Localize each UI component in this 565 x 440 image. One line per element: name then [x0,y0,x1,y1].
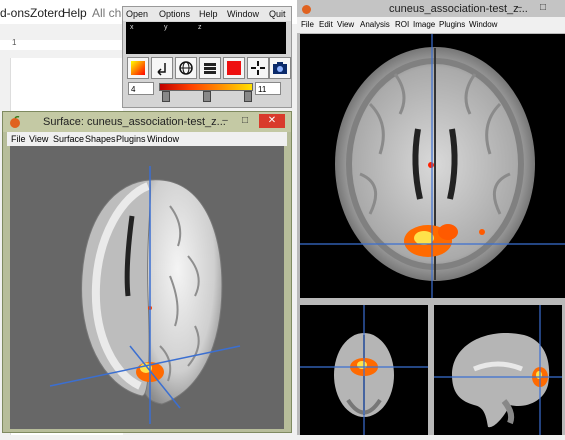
globe-icon [179,61,193,75]
maximize-button[interactable]: □ [237,114,253,128]
red-color-icon [227,61,241,75]
globe-button[interactable] [175,57,197,79]
mango-control-panel: Open Options Help Window Quit x y z 4 11 [122,6,292,108]
viewer-menubar: File Edit View Analysis ROI Image Plugin… [297,17,565,33]
coronal-brain-image [300,305,428,435]
camera-icon [273,62,287,74]
axial-slice-view[interactable] [300,34,565,298]
menu-options[interactable]: Options [159,9,190,19]
colormap-range-slider[interactable] [159,83,253,91]
menu-window[interactable]: Window [147,134,179,144]
menu-window[interactable]: Window [227,9,259,19]
color-scale-button[interactable] [127,57,149,79]
menu-open[interactable]: Open [126,9,148,19]
color-scale-icon [131,61,145,75]
mango-app-icon [10,116,20,128]
surface-window-title: Surface: cuneus_association-test_z... [43,116,226,128]
coord-y-label: y [164,24,168,31]
layers-button[interactable] [199,57,221,79]
brain-surface-render [49,166,241,424]
menu-shapes[interactable]: Shapes [85,134,116,144]
crosshair-icon [251,61,265,75]
menu-quit[interactable]: Quit [269,9,286,19]
surface-menubar: File View Surface Shapes Plugins Window [7,132,287,146]
screenshot-button[interactable] [269,57,291,79]
menu-help[interactable]: Help [199,9,218,19]
menu-analysis[interactable]: Analysis [360,20,390,29]
color-swatch-button[interactable] [223,57,245,79]
menu-file[interactable]: File [301,20,314,29]
slider-handle-min[interactable] [162,91,170,102]
axial-brain-image [300,34,565,298]
surface-3d-canvas[interactable] [10,146,284,429]
crosshair-button[interactable] [247,57,269,79]
menu-roi[interactable]: ROI [395,20,409,29]
threshold-max-input[interactable]: 11 [255,82,281,95]
surface-window: Surface: cuneus_association-test_z... – … [2,111,292,433]
mango-app-icon [302,5,311,14]
menu-help[interactable]: Help [62,6,87,20]
undo-button[interactable] [151,57,173,79]
menu-surface[interactable]: Surface [53,134,84,144]
coord-z-label: z [198,24,202,31]
menu-file[interactable]: File [11,134,26,144]
menu-edit[interactable]: Edit [319,20,333,29]
control-panel-menubar: Open Options Help Window Quit [123,7,291,21]
coronal-slice-view[interactable] [300,305,428,435]
viewer-window: cuneus_association-test_z... – □ File Ed… [297,0,565,435]
sagittal-slice-view[interactable] [434,305,562,435]
minimize-button[interactable]: – [511,1,527,15]
surface-title-bar[interactable]: Surface: cuneus_association-test_z... – … [3,112,291,132]
menu-view[interactable]: View [29,134,48,144]
menu-plugins[interactable]: Plugins [116,134,146,144]
menu-addons[interactable]: d-ons [0,6,30,20]
viewer-window-title: cuneus_association-test_z... [389,3,528,15]
sagittal-brain-image [434,305,562,435]
close-button[interactable]: ✕ [259,114,285,128]
maximize-button[interactable]: □ [535,1,551,15]
undo-icon [157,63,166,76]
viewer-title-bar[interactable]: cuneus_association-test_z... – □ [297,0,565,17]
slider-handle-mid[interactable] [203,91,211,102]
menu-plugins[interactable]: Plugins [439,20,465,29]
coordinate-display: x y z [126,22,286,54]
slider-handle-max[interactable] [244,91,252,102]
coord-x-label: x [130,24,134,31]
threshold-min-input[interactable]: 4 [128,82,154,95]
menu-image[interactable]: Image [413,20,435,29]
menu-zotero[interactable]: Zotero [30,6,65,20]
minimize-button[interactable]: – [217,114,233,128]
menu-window[interactable]: Window [469,20,497,29]
menu-view[interactable]: View [337,20,354,29]
ruler-mark: 1 [12,38,17,47]
layers-icon [204,63,216,74]
